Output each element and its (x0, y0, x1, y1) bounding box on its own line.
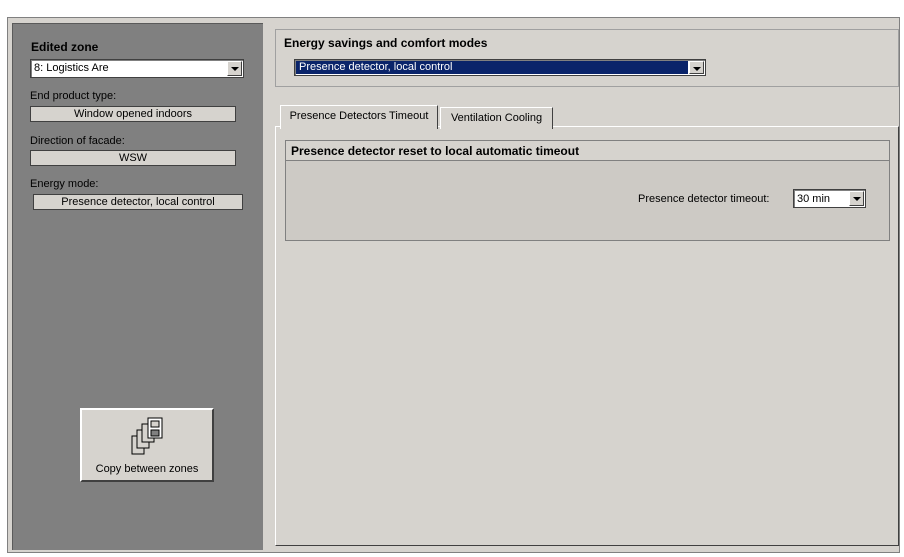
end-product-field: Window opened indoors (30, 106, 236, 122)
chevron-down-icon (693, 67, 701, 71)
timeout-label: Presence detector timeout: (638, 193, 770, 205)
copy-documents-icon (130, 416, 166, 463)
end-product-label: End product type: (30, 90, 117, 102)
chevron-down-icon (853, 197, 861, 201)
energy-modes-title: Energy savings and comfort modes (284, 36, 488, 50)
zone-select[interactable]: 8: Logistics Are (30, 59, 244, 78)
chevron-down-icon (231, 67, 239, 71)
energy-modes-panel: Energy savings and comfort modes Presenc… (275, 29, 899, 87)
zone-select-dropdown-button[interactable] (227, 61, 242, 76)
presence-timeout-group: Presence detector reset to local automat… (285, 140, 890, 241)
tab-ventilation-cooling[interactable]: Ventilation Cooling (440, 107, 553, 129)
tab-label: Presence Detectors Timeout (289, 110, 429, 122)
energy-mode-select-value: Presence detector, local control (296, 61, 688, 74)
energy-mode-label: Energy mode: (30, 178, 99, 190)
edited-zone-heading: Edited zone (31, 40, 99, 54)
zone-select-value: 8: Logistics Are (34, 62, 109, 74)
facade-label: Direction of facade: (30, 135, 125, 147)
energy-mode-dropdown-button[interactable] (689, 61, 704, 74)
facade-field: WSW (30, 150, 236, 166)
copy-between-zones-button[interactable]: Copy between zones (80, 408, 214, 482)
group-title: Presence detector reset to local automat… (286, 141, 889, 161)
copy-button-label: Copy between zones (95, 463, 199, 475)
energy-mode-select[interactable]: Presence detector, local control (294, 59, 706, 76)
timeout-select-value: 30 min (797, 193, 831, 205)
tab-label: Ventilation Cooling (450, 112, 543, 124)
energy-mode-field: Presence detector, local control (33, 194, 243, 210)
timeout-dropdown-button[interactable] (849, 191, 864, 206)
tab-presence-detectors-timeout[interactable]: Presence Detectors Timeout (280, 105, 438, 129)
timeout-select[interactable]: 30 min (793, 189, 866, 208)
